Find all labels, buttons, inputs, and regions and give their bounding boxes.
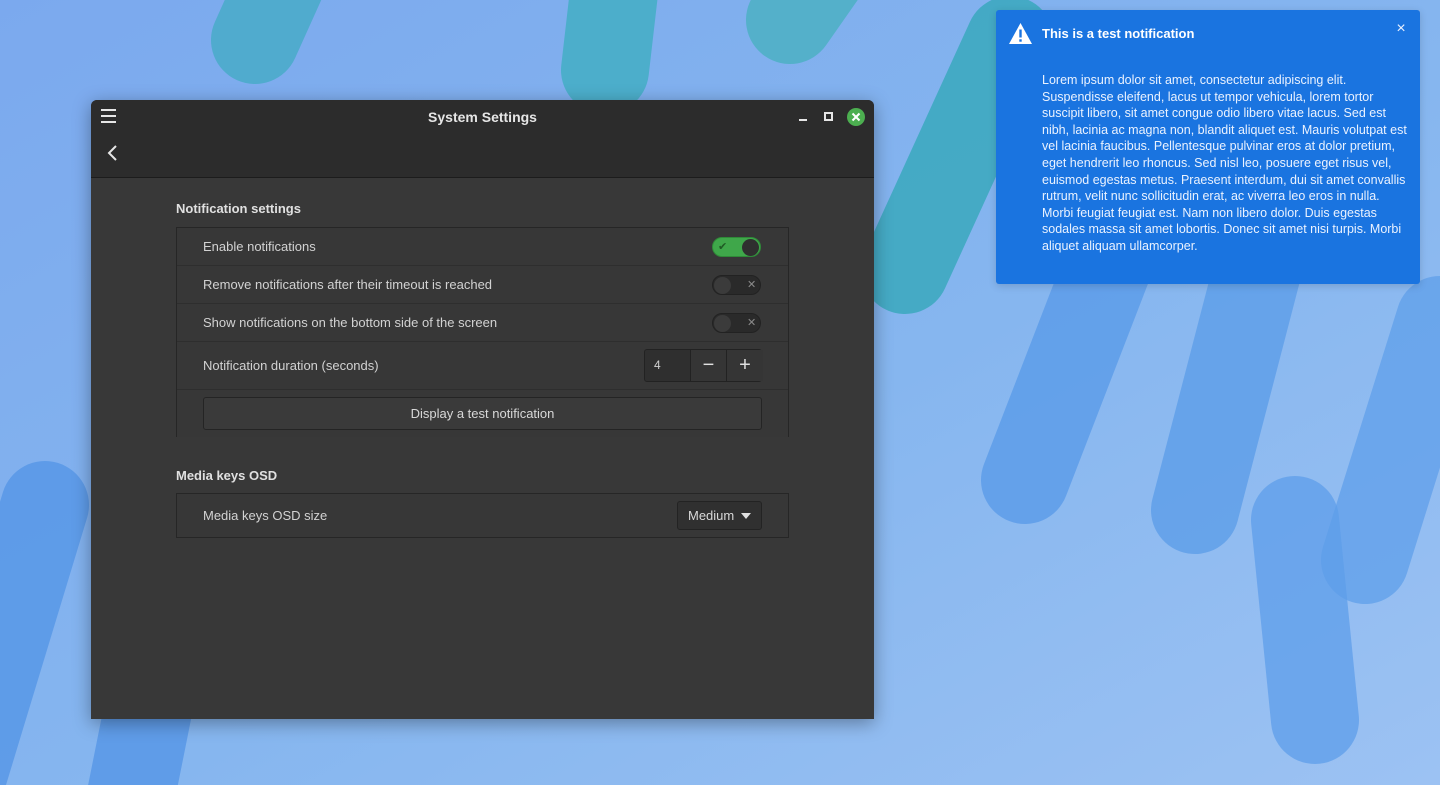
maximize-icon[interactable] — [820, 108, 838, 126]
system-settings-window: System Settings Notification settings En… — [91, 100, 874, 719]
notification-settings-heading: Notification settings — [176, 201, 301, 216]
test-notification-row: Display a test notification — [177, 390, 788, 437]
minimize-icon[interactable] — [794, 108, 812, 126]
header-bar: System Settings — [91, 100, 874, 178]
notification-title: This is a test notification — [1042, 26, 1195, 41]
notification-close-icon[interactable]: × — [1393, 21, 1409, 37]
check-icon: ✔ — [718, 241, 728, 253]
notification-duration-label: Notification duration (seconds) — [203, 358, 379, 373]
bottom-side-label: Show notifications on the bottom side of… — [203, 315, 498, 330]
back-arrow-icon[interactable] — [105, 144, 121, 162]
osd-size-value: Medium — [688, 508, 735, 523]
duration-input[interactable]: 4 — [645, 350, 691, 381]
decrement-button[interactable]: − — [691, 350, 727, 381]
remove-after-timeout-row: Remove notifications after their timeout… — [177, 266, 788, 304]
bottom-side-switch[interactable]: ✕ — [712, 313, 761, 333]
switch-knob — [742, 239, 759, 256]
display-test-notification-button[interactable]: Display a test notification — [203, 397, 762, 430]
window-title: System Settings — [428, 109, 537, 125]
osd-size-label: Media keys OSD size — [203, 508, 328, 523]
notification-duration-spinbutton: 4 − + — [644, 349, 763, 382]
notification-popup[interactable]: This is a test notification × Lorem ipsu… — [996, 10, 1420, 284]
switch-knob — [714, 315, 731, 332]
increment-button[interactable]: + — [727, 350, 763, 381]
notification-duration-row: Notification duration (seconds) 4 − + — [177, 342, 788, 390]
dropdown-arrow-icon — [741, 513, 751, 519]
media-keys-heading: Media keys OSD — [176, 468, 278, 483]
warning-icon — [1009, 23, 1032, 44]
bottom-side-row: Show notifications on the bottom side of… — [177, 304, 788, 342]
cross-icon: ✕ — [747, 279, 757, 291]
media-keys-list: Media keys OSD size Medium — [176, 493, 789, 538]
notification-body: Lorem ipsum dolor sit amet, consectetur … — [1042, 73, 1407, 253]
remove-after-timeout-label: Remove notifications after their timeout… — [203, 277, 493, 292]
enable-notifications-row: Enable notifications ✔ — [177, 228, 788, 266]
close-window-icon[interactable] — [847, 108, 865, 126]
cross-icon: ✕ — [747, 317, 757, 329]
osd-size-dropdown[interactable]: Medium — [677, 501, 762, 530]
switch-knob — [714, 277, 731, 294]
notification-settings-list: Enable notifications ✔ Remove notificati… — [176, 227, 789, 437]
enable-notifications-label: Enable notifications — [203, 239, 316, 254]
enable-notifications-switch[interactable]: ✔ — [712, 237, 761, 257]
osd-size-row: Media keys OSD size Medium — [177, 494, 788, 537]
remove-after-timeout-switch[interactable]: ✕ — [712, 275, 761, 295]
